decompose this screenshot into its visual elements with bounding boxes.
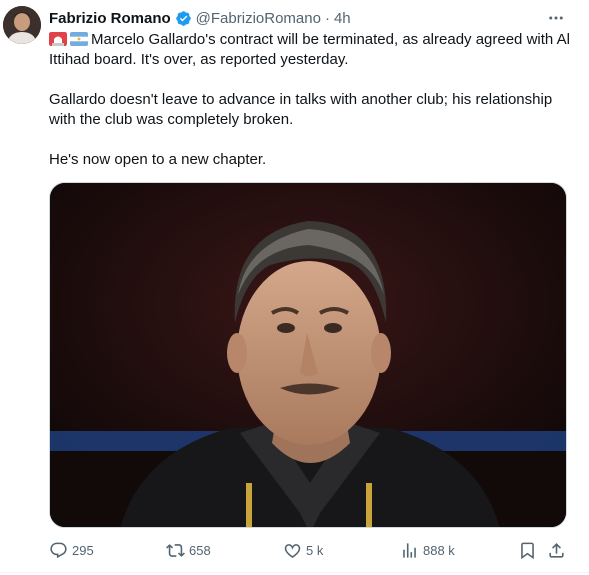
like-button[interactable]: 5 k [283, 538, 323, 562]
share-button[interactable] [547, 538, 570, 562]
like-count: 5 k [306, 542, 324, 558]
retweet-icon [166, 543, 185, 557]
retweet-button[interactable]: 658 [166, 538, 211, 562]
timestamp[interactable]: 4h [334, 10, 351, 27]
avatar[interactable] [3, 6, 41, 44]
tweet-text: Marcelo Gallardo's contract will be term… [49, 30, 574, 170]
siren-emoji-icon [49, 32, 67, 46]
views-button[interactable]: 888 k [400, 538, 455, 562]
heart-icon [284, 543, 301, 558]
separator-dot: · [324, 9, 330, 27]
tweet-paragraph-1: Marcelo Gallardo's contract will be term… [49, 30, 574, 70]
views-count: 888 k [423, 542, 455, 558]
reply-button[interactable]: 295 [49, 538, 94, 562]
bookmark-button[interactable] [518, 538, 541, 562]
author-name[interactable]: Fabrizio Romano [49, 10, 171, 27]
retweet-count: 658 [189, 542, 211, 558]
argentina-flag-icon [70, 32, 88, 46]
verified-badge-icon [175, 10, 191, 26]
views-chart-icon [403, 542, 416, 558]
tweet-paragraph-1-text: Marcelo Gallardo's contract will be term… [49, 31, 570, 68]
more-dots-icon [549, 16, 563, 20]
tweet-header: Fabrizio Romano @FabrizioRomano · 4h [49, 8, 579, 28]
tweet-actions: 295 658 5 k 888 k [49, 538, 569, 562]
tweet-paragraph-3: He's now open to a new chapter. [49, 151, 267, 168]
tweet[interactable]: Fabrizio Romano @FabrizioRomano · 4h Mar… [0, 0, 589, 575]
bookmark-icon [521, 542, 534, 559]
reply-icon [50, 542, 67, 558]
avatar-photo [3, 6, 41, 44]
tweet-divider [0, 572, 589, 573]
tweet-photo[interactable] [49, 182, 567, 528]
photo-image [50, 183, 566, 527]
author-handle[interactable]: @FabrizioRomano [196, 10, 321, 27]
reply-count: 295 [72, 542, 94, 558]
more-options-button[interactable] [539, 6, 573, 30]
tweet-paragraph-2: Gallardo doesn't leave to advance in tal… [49, 91, 553, 128]
share-icon [549, 542, 564, 558]
